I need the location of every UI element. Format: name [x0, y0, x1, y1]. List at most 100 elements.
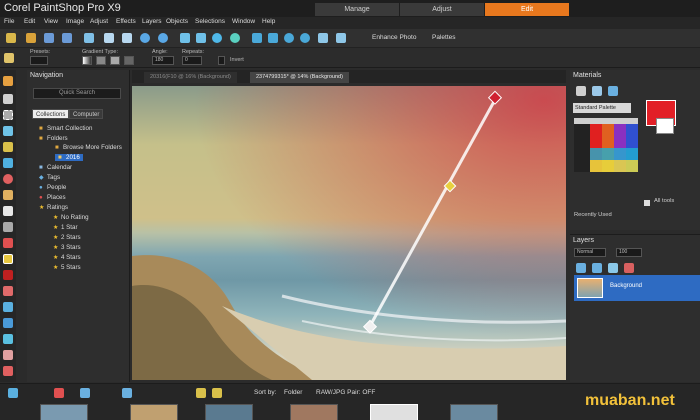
blend-mode-dropdown[interactable]: Normal	[574, 248, 606, 257]
tree-folder-2016[interactable]: ■ 2016	[55, 154, 83, 161]
pan-tool-icon[interactable]	[3, 76, 13, 86]
presets-dropdown[interactable]	[30, 56, 48, 65]
zoom-out-icon[interactable]	[300, 33, 310, 43]
menu-effects[interactable]: Effects	[116, 18, 136, 25]
group-layer-icon[interactable]	[608, 263, 618, 273]
grid-icon[interactable]	[318, 33, 328, 43]
menu-window[interactable]: Window	[232, 18, 255, 25]
thumbnail-3[interactable]	[205, 404, 253, 420]
thumbnail-6[interactable]	[450, 404, 498, 420]
makeover-tool-icon[interactable]	[3, 190, 13, 200]
tree-browse-more-folders[interactable]: ■ Browse More Folders	[55, 144, 122, 151]
tab-adjust[interactable]: Adjust	[400, 3, 484, 16]
organizer-view-icon[interactable]	[80, 388, 90, 398]
quick-search-input[interactable]: Quick Search	[33, 88, 121, 99]
opacity-input[interactable]: 100	[616, 248, 642, 257]
layer-row-background[interactable]: Background	[574, 275, 700, 301]
tree-3-stars[interactable]: ★ 3 Stars	[53, 244, 81, 251]
crop-icon[interactable]	[180, 33, 190, 43]
palette-dropdown[interactable]: Standard Palette	[573, 103, 631, 113]
image-canvas[interactable]	[132, 86, 566, 380]
open-file-icon[interactable]	[26, 33, 36, 43]
tab-collections[interactable]: Collections	[32, 109, 70, 119]
palettes-menu[interactable]: Palettes	[432, 34, 456, 41]
enhance-photo-menu[interactable]: Enhance Photo	[372, 34, 416, 41]
tree-people[interactable]: ● People	[39, 184, 66, 191]
tree-5-stars[interactable]: ★ 5 Stars	[53, 264, 81, 271]
color-swatch-grid[interactable]	[574, 118, 638, 172]
gradient-sunburst-button[interactable]	[110, 56, 120, 65]
delete-layer-icon[interactable]	[624, 263, 634, 273]
tree-smart-collection[interactable]: ■ Smart Collection	[39, 125, 92, 132]
gradient-radial-button[interactable]	[124, 56, 134, 65]
thumbnail-4[interactable]	[290, 404, 338, 420]
one-step-fix-icon[interactable]	[230, 33, 240, 43]
frame-mode-icon[interactable]	[576, 86, 586, 96]
menu-adjust[interactable]: Adjust	[90, 18, 108, 25]
background-color-swatch[interactable]	[656, 118, 674, 134]
organizer-expand-icon[interactable]	[8, 388, 18, 398]
repeats-input[interactable]: 0	[182, 56, 202, 65]
tree-ratings[interactable]: ★ Ratings	[39, 204, 68, 211]
menu-file[interactable]: File	[4, 18, 14, 25]
tree-no-rating[interactable]: ★ No Rating	[53, 214, 89, 221]
tab-computer[interactable]: Computer	[69, 109, 104, 119]
paste-icon[interactable]	[122, 33, 132, 43]
menu-objects[interactable]: Objects	[166, 18, 188, 25]
selection-tool-icon[interactable]	[3, 110, 13, 120]
smart-carver-icon[interactable]	[3, 366, 13, 376]
crop-tool-icon[interactable]	[3, 142, 13, 152]
raw-jpg-pair-toggle[interactable]: RAW/JPG Pair: OFF	[316, 389, 375, 396]
menu-selections[interactable]: Selections	[195, 18, 225, 25]
redo-icon[interactable]	[158, 33, 168, 43]
fill-tool-icon[interactable]	[3, 302, 13, 312]
layer-mask-icon[interactable]	[592, 263, 602, 273]
eraser-tool-icon[interactable]	[3, 286, 13, 296]
warp-tool-icon[interactable]	[3, 350, 13, 360]
angle-input[interactable]: 180	[152, 56, 174, 65]
resize-icon[interactable]	[196, 33, 206, 43]
red-eye-tool-icon[interactable]	[3, 174, 13, 184]
tree-4-stars[interactable]: ★ 4 Stars	[53, 254, 81, 261]
fit-window-icon[interactable]	[252, 33, 262, 43]
menu-view[interactable]: View	[44, 18, 58, 25]
tab-manage[interactable]: Manage	[315, 3, 399, 16]
tree-calendar[interactable]: ■ Calendar	[39, 164, 72, 171]
new-file-icon[interactable]	[6, 33, 16, 43]
menu-help[interactable]: Help	[262, 18, 275, 25]
zoom-in-icon[interactable]	[284, 33, 294, 43]
pen-tool-icon[interactable]	[3, 270, 13, 280]
tree-places[interactable]: ● Places	[39, 194, 66, 201]
pick-tool-icon[interactable]	[3, 94, 13, 104]
gradient-handle-line[interactable]	[132, 86, 566, 380]
doc-tab-2[interactable]: 2374799315* @ 14% (Background)	[250, 72, 349, 83]
menu-layers[interactable]: Layers	[142, 18, 162, 25]
thumbnail-2[interactable]	[130, 404, 178, 420]
paint-brush-icon[interactable]	[3, 238, 13, 248]
organizer-red-icon[interactable]	[54, 388, 64, 398]
tree-folders[interactable]: ■ Folders	[39, 135, 68, 142]
copy-icon[interactable]	[104, 33, 114, 43]
tree-1-star[interactable]: ★ 1 Star	[53, 224, 78, 231]
organizer-adjust-icon[interactable]	[122, 388, 132, 398]
tab-edit[interactable]: Edit	[485, 3, 569, 16]
gradient-rect-button[interactable]	[96, 56, 106, 65]
gradient-tool-button-icon[interactable]	[3, 254, 13, 264]
gradient-linear-button[interactable]	[82, 56, 92, 65]
rotate-right-icon[interactable]	[212, 388, 222, 398]
thumbnail-1[interactable]	[40, 404, 88, 420]
print-icon[interactable]	[84, 33, 94, 43]
text-tool-icon[interactable]	[3, 318, 13, 328]
thumbnail-5[interactable]	[370, 404, 418, 420]
all-tools-checkbox[interactable]	[644, 200, 650, 206]
straighten-tool-icon[interactable]	[3, 158, 13, 168]
undo-icon[interactable]	[140, 33, 150, 43]
guides-icon[interactable]	[336, 33, 346, 43]
shape-tool-icon[interactable]	[3, 334, 13, 344]
sort-by-dropdown[interactable]: Folder	[284, 389, 302, 396]
dodge-tool-icon[interactable]	[3, 222, 13, 232]
rotate-left-icon[interactable]	[196, 388, 206, 398]
rainbow-mode-icon[interactable]	[608, 86, 618, 96]
invert-checkbox[interactable]	[218, 56, 225, 65]
tree-2-stars[interactable]: ★ 2 Stars	[53, 234, 81, 241]
